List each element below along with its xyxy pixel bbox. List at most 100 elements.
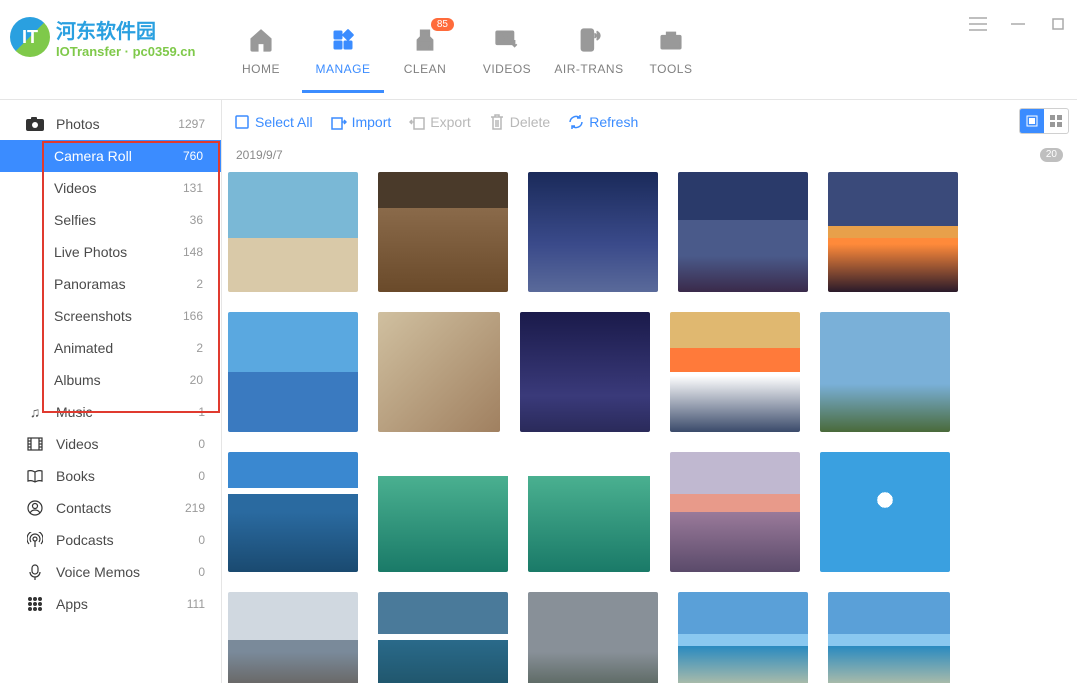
photo-thumbnail[interactable]	[678, 592, 808, 683]
photo-thumbnail[interactable]	[678, 172, 808, 292]
photo-thumbnail[interactable]	[228, 172, 358, 292]
checkbox-icon	[234, 114, 250, 130]
refresh-label: Refresh	[589, 114, 638, 130]
export-icon	[409, 114, 425, 130]
photo-thumbnail[interactable]	[528, 452, 650, 572]
select-all-checkbox[interactable]: Select All	[234, 114, 313, 130]
sidebar-label: Apps	[56, 596, 88, 612]
sidebar-sub-animated[interactable]: Animated 2	[0, 332, 221, 364]
sidebar: Photos 1297 Camera Roll 760 Videos131 Sel…	[0, 100, 222, 683]
sidebar-count: 0	[198, 437, 205, 451]
sub-count: 2	[196, 277, 203, 291]
date-label: 2019/9/7	[236, 148, 283, 162]
photo-thumbnail[interactable]	[378, 592, 508, 683]
photo-thumbnail[interactable]	[228, 312, 358, 432]
sub-count: 2	[196, 341, 203, 355]
logo-icon: IT	[10, 17, 50, 57]
photo-thumbnail[interactable]	[520, 312, 650, 432]
photo-thumbnail[interactable]	[828, 592, 950, 683]
list-view-button[interactable]	[1044, 109, 1068, 133]
sub-label: Albums	[54, 372, 101, 388]
photo-thumbnail[interactable]	[378, 172, 508, 292]
sidebar-label: Contacts	[56, 500, 111, 516]
sidebar-sub-selfies[interactable]: Selfies36	[0, 204, 221, 236]
sidebar-sub-screenshots[interactable]: Screenshots166	[0, 300, 221, 332]
sidebar-item-podcasts[interactable]: Podcasts0	[0, 524, 221, 556]
export-button[interactable]: Export	[409, 114, 470, 130]
menu-icon[interactable]	[969, 15, 987, 33]
main-nav: HOME MANAGE 85 CLEAN VIDEOS AIR-TRANS TO…	[220, 0, 712, 92]
logo-text: 河东软件园 IOTransfer · pc0359.cn	[56, 15, 195, 59]
photo-thumbnail[interactable]	[228, 452, 358, 572]
photo-thumbnail[interactable]	[528, 172, 658, 292]
nav-label: TOOLS	[650, 62, 693, 76]
delete-button[interactable]: Delete	[489, 114, 550, 130]
sidebar-item-contacts[interactable]: Contacts 219	[0, 492, 221, 524]
apps-icon	[26, 596, 44, 612]
sidebar-label: Photos	[56, 116, 100, 132]
sub-count: 760	[183, 149, 203, 163]
sub-label: Camera Roll	[54, 148, 132, 164]
grid-view-button[interactable]	[1020, 109, 1044, 133]
sidebar-item-books[interactable]: Books0	[0, 460, 221, 492]
photo-thumbnail[interactable]	[828, 172, 958, 292]
photo-thumbnail[interactable]	[228, 592, 358, 683]
nav-label: VIDEOS	[483, 62, 531, 76]
trash-icon	[489, 114, 505, 130]
sidebar-sub-live-photos[interactable]: Live Photos148	[0, 236, 221, 268]
nav-tools[interactable]: TOOLS	[630, 18, 712, 92]
refresh-button[interactable]: Refresh	[568, 114, 638, 130]
sidebar-label: Books	[56, 468, 95, 484]
sidebar-item-videos[interactable]: Videos0	[0, 428, 221, 460]
photo-thumbnail[interactable]	[378, 312, 500, 432]
logo-subtitle: IOTransfer · pc0359.cn	[56, 44, 195, 59]
sub-count: 20	[190, 373, 203, 387]
nav-home[interactable]: HOME	[220, 18, 302, 92]
sidebar-item-voice-memos[interactable]: Voice Memos0	[0, 556, 221, 588]
sidebar-item-apps[interactable]: Apps111	[0, 588, 221, 620]
content-area: Select All Import Export Delete Refresh …	[222, 100, 1077, 683]
window-controls	[969, 15, 1067, 33]
toolbox-icon	[657, 26, 685, 54]
minimize-icon[interactable]	[1009, 15, 1027, 33]
music-icon: ♫	[26, 404, 44, 420]
sub-count: 131	[183, 181, 203, 195]
sidebar-sub-albums[interactable]: Albums 20	[0, 364, 221, 396]
photo-thumbnail[interactable]	[670, 452, 800, 572]
nav-videos[interactable]: VIDEOS	[466, 18, 548, 92]
podcast-icon	[26, 532, 44, 548]
import-label: Import	[352, 114, 392, 130]
sidebar-item-music[interactable]: ♫Music1	[0, 396, 221, 428]
photo-thumbnail[interactable]	[670, 312, 800, 432]
grid-icon	[329, 26, 357, 54]
nav-label: AIR-TRANS	[554, 62, 623, 76]
nav-clean[interactable]: 85 CLEAN	[384, 18, 466, 92]
sidebar-label: Music	[56, 404, 93, 420]
photo-thumbnail[interactable]	[378, 452, 508, 572]
home-icon	[247, 26, 275, 54]
sidebar-sub-panoramas[interactable]: Panoramas 2	[0, 268, 221, 300]
mic-icon	[26, 564, 44, 580]
export-label: Export	[430, 114, 470, 130]
logo-title: 河东软件园	[56, 15, 195, 44]
photo-thumbnail[interactable]	[820, 312, 950, 432]
sub-label: Animated	[54, 340, 113, 356]
sidebar-label: Voice Memos	[56, 564, 140, 580]
logo-area: IT 河东软件园 IOTransfer · pc0359.cn	[0, 0, 220, 74]
maximize-icon[interactable]	[1049, 15, 1067, 33]
nav-airtrans[interactable]: AIR-TRANS	[548, 18, 630, 92]
nav-manage[interactable]: MANAGE	[302, 18, 384, 92]
sidebar-item-photos[interactable]: Photos 1297	[0, 108, 221, 140]
sub-label: Panoramas	[54, 276, 126, 292]
sidebar-sub-camera-roll[interactable]: Camera Roll 760	[0, 140, 221, 172]
sidebar-count: 1297	[178, 117, 205, 131]
sub-label: Live Photos	[54, 244, 127, 260]
sub-count: 166	[183, 309, 203, 323]
import-button[interactable]: Import	[331, 114, 392, 130]
sidebar-sub-videos[interactable]: Videos131	[0, 172, 221, 204]
film-icon	[26, 437, 44, 451]
photo-thumbnail[interactable]	[528, 592, 658, 683]
clean-badge: 85	[431, 18, 454, 31]
photo-thumbnail[interactable]	[820, 452, 950, 572]
sidebar-count: 219	[185, 501, 205, 515]
